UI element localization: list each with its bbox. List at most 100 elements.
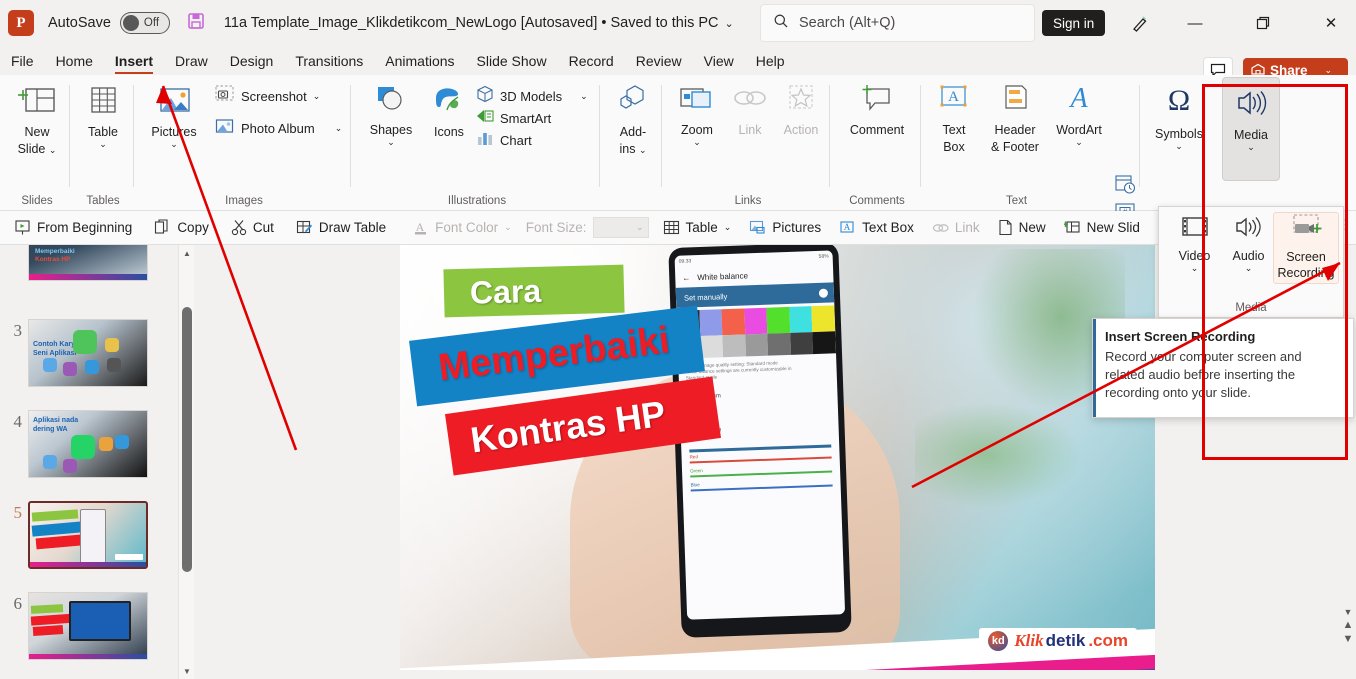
pen-annotate-icon[interactable]	[1124, 8, 1154, 38]
ribbon-group-addins: Add- ins ⌄	[604, 75, 662, 211]
autosave-toggle[interactable]: Off	[119, 12, 170, 34]
text-box-button[interactable]: A Text Box	[928, 75, 980, 154]
chart-icon	[476, 129, 494, 152]
qat-table[interactable]: Table ⌄	[663, 219, 732, 236]
wordart-button[interactable]: A WordArt ⌄	[1050, 75, 1108, 148]
tab-help[interactable]: Help	[745, 46, 796, 75]
shapes-button[interactable]: Shapes ⌄	[362, 75, 420, 148]
search-input[interactable]: Search (Alt+Q)	[760, 4, 1035, 42]
qat-draw-table[interactable]: Draw Table	[296, 219, 386, 236]
qat-pictures[interactable]: Pictures	[749, 219, 821, 236]
new-slide-icon	[17, 83, 57, 122]
chart-button[interactable]: Chart	[476, 129, 532, 151]
zoom-chevron-down-icon[interactable]: ⌄	[693, 137, 701, 148]
shapes-chevron-down-icon[interactable]: ⌄	[387, 137, 395, 148]
tab-draw[interactable]: Draw	[164, 46, 219, 75]
date-time-icon[interactable]	[1110, 171, 1140, 197]
tab-record[interactable]: Record	[558, 46, 625, 75]
title-chevron-down-icon[interactable]: ⌄	[725, 17, 734, 30]
video-chevron-down-icon[interactable]: ⌄	[1191, 263, 1199, 274]
phone-battery-label: 58%	[818, 253, 829, 260]
thumbnail-slide-3[interactable]: 3 Contoh Karya Seni Aplikasi	[0, 319, 178, 387]
qat-copy[interactable]: Copy	[154, 219, 209, 236]
qat-font-size: Font Size: ⌄	[526, 217, 649, 238]
close-button[interactable]: ✕	[1308, 0, 1354, 46]
new-slide-button[interactable]: New Slide ⌄	[4, 75, 70, 157]
tab-animations[interactable]: Animations	[374, 46, 465, 75]
wordart-label: WordArt	[1056, 123, 1102, 137]
slide-editing-surface[interactable]: 09:33 58% ← White balance Set manually C…	[400, 245, 1155, 670]
qat-table-chevron-down-icon[interactable]: ⌄	[724, 222, 732, 233]
3d-models-icon	[476, 85, 494, 108]
previous-slide-icon[interactable]: ▲	[1343, 619, 1354, 631]
photo-album-label: Photo Album	[241, 120, 315, 136]
sign-in-button[interactable]: Sign in	[1042, 10, 1106, 36]
tab-slide-show[interactable]: Slide Show	[466, 46, 558, 75]
photo-album-chevron-down-icon[interactable]: ⌄	[335, 123, 343, 134]
qat-from-beginning-label: From Beginning	[37, 220, 133, 235]
restore-button[interactable]	[1240, 0, 1286, 46]
icons-button[interactable]: Icons	[424, 75, 474, 139]
wordart-chevron-down-icon[interactable]: ⌄	[1075, 137, 1083, 148]
thumbnail-slide-5[interactable]: 5	[0, 501, 178, 569]
scroll-down-arrow-icon[interactable]: ▼	[179, 663, 195, 679]
screenshot-chevron-down-icon[interactable]: ⌄	[313, 91, 321, 102]
3d-models-chevron-down-icon[interactable]: ⌄	[580, 91, 588, 102]
group-divider	[133, 85, 134, 187]
thumbnail-scrollbar[interactable]: ▲ ▼	[178, 245, 194, 679]
header-footer-button[interactable]: Header & Footer	[982, 75, 1048, 154]
thumbnail-image[interactable]	[28, 592, 148, 660]
slide-thumbnail-panel[interactable]: 2 Cara Memperbaiki Kontras HP 3 Contoh K…	[0, 245, 178, 679]
table-button[interactable]: Table ⌄	[72, 75, 134, 150]
svg-text:A: A	[416, 220, 425, 234]
scroll-up-arrow-icon[interactable]: ▲	[179, 245, 195, 261]
qat-cut[interactable]: Cut	[231, 219, 274, 236]
addins-button[interactable]: Add- ins ⌄	[604, 75, 662, 157]
thumbnail-image[interactable]: Cara Memperbaiki Kontras HP	[28, 245, 148, 281]
tab-review[interactable]: Review	[625, 46, 693, 75]
tab-home[interactable]: Home	[45, 46, 104, 75]
qat-new-slide[interactable]: New Slid	[1063, 219, 1140, 236]
ribbon-tabs: File Home Insert Draw Design Transitions…	[0, 46, 1356, 75]
thumbnail-title: Cara Memperbaiki Kontras HP	[35, 245, 75, 263]
tab-file[interactable]: File	[0, 46, 45, 75]
screenshot-button[interactable]: Screenshot ⌄	[215, 85, 320, 107]
save-icon[interactable]	[186, 11, 206, 36]
thumbnail-slide-4[interactable]: 4 Aplikasi nada dering WA	[0, 410, 178, 478]
photo-album-button[interactable]: Photo Album ⌄	[215, 117, 342, 139]
addins-label-2[interactable]: ins ⌄	[619, 142, 646, 157]
thumbnail-image[interactable]: Contoh Karya Seni Aplikasi	[28, 319, 148, 387]
action-icon	[781, 83, 821, 120]
thumbnail-image[interactable]: Aplikasi nada dering WA	[28, 410, 148, 478]
tab-transitions[interactable]: Transitions	[284, 46, 374, 75]
group-divider	[350, 85, 351, 187]
thumbnail-image[interactable]	[28, 501, 148, 569]
new-slide-label-2[interactable]: Slide ⌄	[18, 142, 57, 157]
symbols-chevron-down-icon[interactable]: ⌄	[1175, 141, 1183, 152]
tab-view[interactable]: View	[693, 46, 745, 75]
ribbon-group-images: Pictures ⌄ Screenshot ⌄ Photo Album ⌄ Im…	[137, 75, 351, 211]
smartart-button[interactable]: SmartArt	[476, 107, 551, 129]
pictures-chevron-down-icon[interactable]: ⌄	[170, 139, 178, 150]
comment-new-button[interactable]: Comment	[833, 75, 921, 137]
next-slide-icon[interactable]: ▼	[1343, 633, 1354, 645]
addins-label-1: Add-	[619, 125, 647, 139]
scrollbar-thumb[interactable]	[182, 307, 192, 572]
slide-nav-controls[interactable]: ▼ ▲ ▼	[1340, 600, 1356, 679]
thumbnail-slide-2[interactable]: 2 Cara Memperbaiki Kontras HP	[0, 245, 178, 281]
3d-models-button[interactable]: 3D Models ⌄	[476, 85, 588, 107]
tab-insert[interactable]: Insert	[104, 46, 164, 75]
zoom-button[interactable]: Zoom ⌄	[670, 75, 724, 148]
canvas-scroll-down-icon[interactable]: ▼	[1344, 607, 1353, 617]
thumbnail-slide-6[interactable]: 6	[0, 592, 178, 660]
minimize-button[interactable]: —	[1172, 0, 1218, 46]
qat-from-beginning[interactable]: From Beginning	[14, 219, 132, 236]
3d-models-label: 3D Models	[500, 88, 563, 104]
qat-text-box[interactable]: A Text Box	[839, 219, 914, 236]
text-box-label-2: Box	[943, 140, 965, 154]
headline-banner-cara[interactable]: Cara	[443, 264, 625, 318]
qat-new[interactable]: New	[998, 219, 1046, 236]
tab-design[interactable]: Design	[219, 46, 285, 75]
pictures-button[interactable]: Pictures ⌄	[143, 75, 205, 150]
table-chevron-down-icon[interactable]: ⌄	[99, 139, 107, 150]
